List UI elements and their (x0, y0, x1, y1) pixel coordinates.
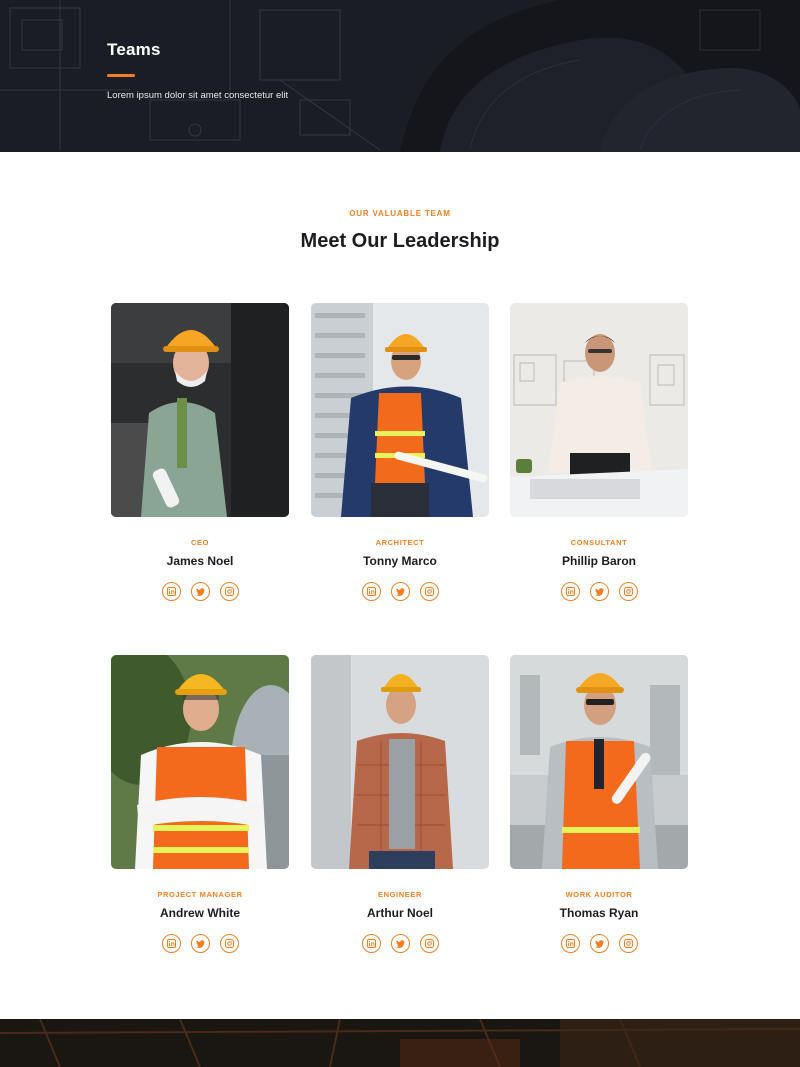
social-links (111, 582, 289, 601)
instagram-link[interactable] (419, 582, 439, 601)
twitter-icon (195, 939, 205, 948)
instagram-icon (224, 587, 234, 596)
section-eyebrow: OUR VALUABLE TEAM (349, 209, 451, 218)
instagram-link[interactable] (419, 934, 439, 953)
linkedin-link[interactable] (560, 582, 580, 601)
team-card: WORK AUDITOR Thomas Ryan (510, 655, 688, 953)
twitter-icon (195, 587, 205, 596)
member-name: Phillip Baron (561, 554, 636, 568)
page-subtitle: Lorem ipsum dolor sit amet consectetur e… (107, 90, 289, 101)
social-links (510, 582, 688, 601)
member-photo (111, 655, 289, 869)
linkedin-link[interactable] (560, 934, 580, 953)
member-name: Andrew White (160, 906, 240, 920)
member-name: Thomas Ryan (559, 906, 639, 920)
member-role: CEO (190, 538, 210, 547)
instagram-link[interactable] (618, 934, 638, 953)
member-name: Arthur Noel (367, 906, 433, 920)
instagram-icon (623, 939, 633, 948)
member-role: WORK AUDITOR (565, 890, 633, 899)
footer-banner (0, 1019, 800, 1067)
twitter-icon (395, 939, 405, 948)
section-heading: Meet Our Leadership (300, 230, 500, 252)
linkedin-icon (366, 939, 376, 948)
social-links (311, 582, 489, 601)
twitter-icon (594, 939, 604, 948)
member-photo (510, 303, 688, 517)
title-underline (107, 74, 135, 77)
member-role: ARCHITECT (375, 538, 425, 547)
page-title: Teams (107, 40, 161, 59)
social-links (111, 934, 289, 953)
instagram-icon (424, 587, 434, 596)
linkedin-icon (565, 939, 575, 948)
team-card: CONSULTANT Phillip Baron (510, 303, 688, 601)
construction-background (0, 1019, 800, 1067)
linkedin-link[interactable] (361, 582, 381, 601)
team-card: ENGINEER Arthur Noel (311, 655, 489, 953)
team-card: PROJECT MANAGER Andrew White (111, 655, 289, 953)
instagram-link[interactable] (219, 582, 239, 601)
twitter-link[interactable] (390, 582, 410, 601)
linkedin-link[interactable] (361, 934, 381, 953)
social-links (510, 934, 688, 953)
linkedin-icon (166, 939, 176, 948)
instagram-icon (623, 587, 633, 596)
member-role: CONSULTANT (570, 538, 628, 547)
member-name: Tonny Marco (363, 554, 437, 568)
instagram-link[interactable] (618, 582, 638, 601)
linkedin-icon (565, 587, 575, 596)
member-photo (311, 655, 489, 869)
linkedin-icon (166, 587, 176, 596)
member-photo (510, 655, 688, 869)
twitter-link[interactable] (589, 934, 609, 953)
instagram-icon (424, 939, 434, 948)
instagram-link[interactable] (219, 934, 239, 953)
twitter-icon (395, 587, 405, 596)
twitter-link[interactable] (589, 582, 609, 601)
page-hero: Teams Lorem ipsum dolor sit amet consect… (0, 0, 800, 152)
twitter-icon (594, 587, 604, 596)
member-photo (111, 303, 289, 517)
twitter-link[interactable] (390, 934, 410, 953)
social-links (311, 934, 489, 953)
linkedin-icon (366, 587, 376, 596)
member-role: ENGINEER (378, 890, 422, 899)
linkedin-link[interactable] (161, 934, 181, 953)
twitter-link[interactable] (190, 582, 210, 601)
member-photo (311, 303, 489, 517)
instagram-icon (224, 939, 234, 948)
team-card: CEO James Noel (111, 303, 289, 601)
linkedin-link[interactable] (161, 582, 181, 601)
member-role: PROJECT MANAGER (157, 890, 243, 899)
member-name: James Noel (166, 554, 234, 568)
twitter-link[interactable] (190, 934, 210, 953)
team-card: ARCHITECT Tonny Marco (311, 303, 489, 601)
